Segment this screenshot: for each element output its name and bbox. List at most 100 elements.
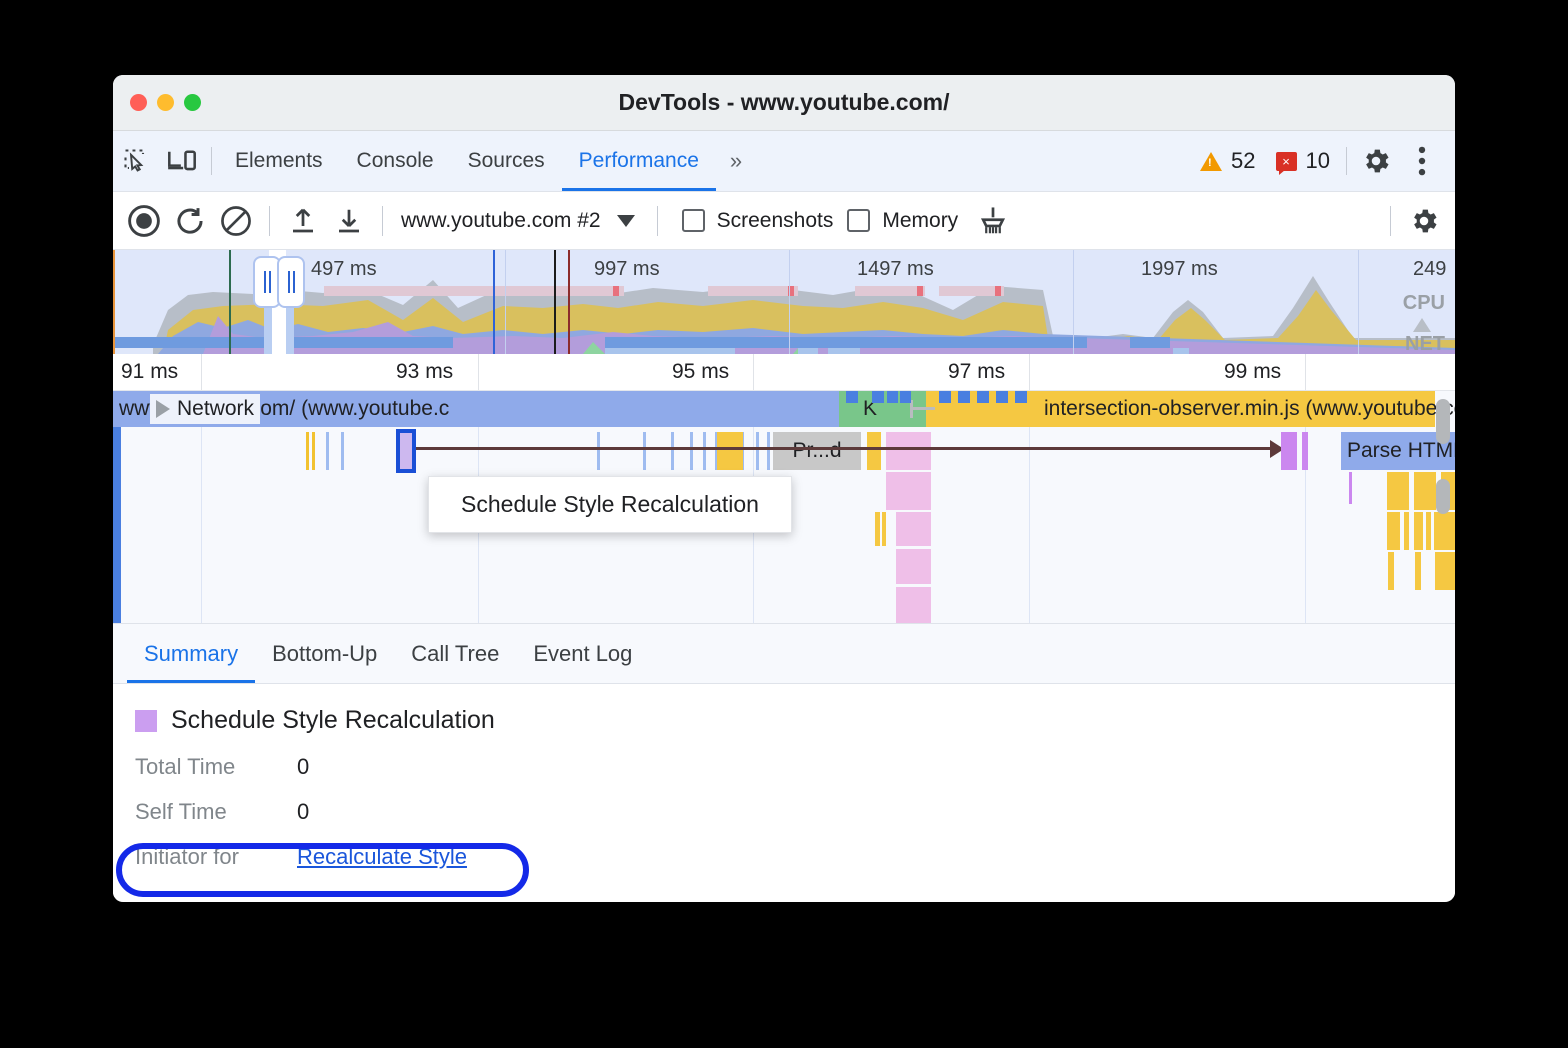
- details-title-row: Schedule Style Recalculation: [135, 706, 1455, 735]
- event-tick: [767, 432, 770, 470]
- event-tick: [703, 432, 706, 470]
- overview-net-label: NET: [1405, 333, 1445, 354]
- event-yellow-thin[interactable]: [1435, 552, 1455, 590]
- event-marker: [846, 391, 858, 403]
- flame-chart[interactable]: www.youtube.com/ (www.youtube.c K inters…: [113, 391, 1455, 623]
- marker-lcp: [554, 250, 556, 354]
- capture-settings-icon[interactable]: [1401, 198, 1447, 244]
- memory-label: Memory: [882, 209, 958, 233]
- event-connector: [913, 407, 935, 410]
- event-yellow-thin[interactable]: [1426, 512, 1431, 550]
- event-pink-block[interactable]: [896, 512, 931, 546]
- screenshots-checkbox[interactable]: Screenshots: [682, 209, 834, 233]
- tab-bar-right: 52 × 10: [1190, 138, 1455, 184]
- device-toolbar-icon[interactable]: [159, 138, 205, 184]
- tab-summary[interactable]: Summary: [127, 624, 255, 683]
- tab-console[interactable]: Console: [340, 131, 451, 191]
- tab-performance[interactable]: Performance: [562, 131, 716, 191]
- event-yellow-thin[interactable]: [875, 512, 880, 546]
- tab-elements[interactable]: Elements: [218, 131, 340, 191]
- annotation-highlight-initiator: [116, 843, 529, 897]
- event-tick: [690, 432, 693, 470]
- tab-label: Bottom-Up: [272, 641, 377, 667]
- event-pink-block[interactable]: [886, 472, 931, 510]
- ruler-gridline: [201, 354, 202, 390]
- toolbar-divider: [382, 206, 383, 236]
- upload-profile-icon[interactable]: [280, 198, 326, 244]
- details-value: 0: [297, 799, 309, 825]
- details-row-self-time: Self Time 0: [135, 799, 1455, 825]
- event-yellow-block[interactable]: [867, 432, 881, 470]
- event-yellow-thin[interactable]: [1388, 552, 1394, 590]
- tab-sources[interactable]: Sources: [451, 131, 562, 191]
- flame-scrollbar-thumb[interactable]: [1436, 399, 1450, 444]
- event-tick: [326, 432, 329, 470]
- details-value: 0: [297, 754, 309, 780]
- summary-details-pane: Schedule Style Recalculation Total Time …: [113, 684, 1455, 897]
- event-yellow-thin[interactable]: [1387, 512, 1400, 550]
- event-marker: [900, 391, 911, 403]
- event-yellow-thin[interactable]: [882, 512, 886, 546]
- marker-fcp: [493, 250, 495, 354]
- collect-garbage-icon[interactable]: [970, 198, 1016, 244]
- overview-tick-label: 249: [1413, 258, 1446, 281]
- event-pink-block[interactable]: [896, 587, 931, 623]
- event-yellow-block[interactable]: [1414, 472, 1436, 510]
- marker-dcl: [229, 250, 231, 354]
- tab-event-log[interactable]: Event Log: [516, 624, 649, 683]
- event-purple-thin[interactable]: [1349, 472, 1352, 504]
- event-yellow-block[interactable]: [717, 432, 743, 470]
- event-yellow-thin[interactable]: [1414, 512, 1423, 550]
- tab-bottom-up[interactable]: Bottom-Up: [255, 624, 394, 683]
- overview-tick-label: 1997 ms: [1141, 258, 1218, 281]
- clear-icon[interactable]: [213, 198, 259, 244]
- recording-selector-value: www.youtube.com #2: [401, 209, 601, 233]
- more-tabs-icon[interactable]: »: [716, 148, 756, 174]
- toolbar-divider: [269, 206, 270, 236]
- event-marker: [1015, 391, 1027, 403]
- event-marker: [887, 391, 898, 403]
- selected-event-schedule-style-recalculation[interactable]: [396, 429, 416, 473]
- gear-icon[interactable]: [1353, 138, 1399, 184]
- memory-checkbox[interactable]: Memory: [847, 209, 958, 233]
- event-yellow-block[interactable]: [1387, 472, 1409, 510]
- ruler-tick-label: 91 ms: [121, 360, 178, 384]
- overview-gridline: [1358, 250, 1359, 354]
- event-pink-block[interactable]: [896, 549, 931, 584]
- timeline-ruler: 91 ms 93 ms 95 ms 97 ms 99 ms: [113, 354, 1455, 391]
- overview-gridline: [789, 250, 790, 354]
- event-yellow-thin[interactable]: [1404, 512, 1409, 550]
- selection-handle-right[interactable]: [277, 256, 305, 308]
- tab-label: Performance: [579, 149, 699, 173]
- title-bar: DevTools - www.youtube.com/: [113, 75, 1455, 131]
- tab-label: Sources: [468, 149, 545, 173]
- event-yellow-thin[interactable]: [1415, 552, 1421, 590]
- tab-call-tree[interactable]: Call Tree: [394, 624, 516, 683]
- screenshots-label: Screenshots: [717, 209, 834, 233]
- ruler-tick-label: 99 ms: [1224, 360, 1281, 384]
- timeline-overview[interactable]: 497 ms 997 ms 1497 ms 1997 ms 249 CPU NE…: [113, 250, 1455, 354]
- expand-triangle-icon[interactable]: [156, 400, 170, 418]
- overview-gridline: [1073, 250, 1074, 354]
- warning-badge[interactable]: 52: [1190, 148, 1265, 174]
- toolbar-divider: [1346, 147, 1347, 175]
- inspect-element-icon[interactable]: [113, 138, 159, 184]
- event-tooltip-text: Schedule Style Recalculation: [461, 491, 759, 518]
- record-icon[interactable]: [121, 198, 167, 244]
- event-pink-block[interactable]: [886, 432, 931, 470]
- kebab-menu-icon[interactable]: [1399, 138, 1445, 184]
- event-marker: [977, 391, 989, 403]
- recording-selector[interactable]: www.youtube.com #2: [393, 209, 635, 233]
- error-badge[interactable]: × 10: [1266, 148, 1340, 174]
- event-tick: [306, 432, 309, 470]
- details-title: Schedule Style Recalculation: [171, 706, 495, 735]
- reload-record-icon[interactable]: [167, 198, 213, 244]
- event-yellow-thin[interactable]: [1434, 512, 1455, 550]
- download-profile-icon[interactable]: [326, 198, 372, 244]
- ruler-tick-label: 93 ms: [396, 360, 453, 384]
- event-purple-thin[interactable]: [1302, 432, 1308, 470]
- overview-cpu-peak: [1413, 318, 1431, 332]
- event-purple-block[interactable]: [1281, 432, 1297, 470]
- track-header-network[interactable]: Network: [150, 394, 260, 424]
- flame-scrollbar-thumb-secondary[interactable]: [1436, 479, 1450, 514]
